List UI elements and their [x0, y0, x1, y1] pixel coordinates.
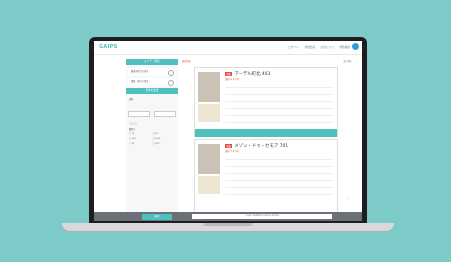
property-photo[interactable]: [198, 72, 220, 102]
nav-register[interactable]: 新規会員: [305, 46, 315, 49]
user-icon[interactable]: [352, 43, 359, 50]
result-count: 検索結果: [182, 60, 191, 63]
rent-label: 賃料: [129, 98, 134, 101]
alert-note[interactable]: この条件で新着物件のお知らせを受け取る: [192, 214, 332, 219]
search-sidebar: エリア・駅名 都道府県から探す 路線・駅から探す 条件を変更 賃料 □ □ □ …: [126, 59, 178, 221]
plus-icon: [168, 79, 174, 86]
property-title[interactable]: アーデル町北 403: [234, 72, 270, 77]
top-nav: ログイン 新規会員 お気に入り 閲覧履歴: [283, 45, 350, 49]
new-badge: 新着: [225, 143, 233, 148]
floorplan-image[interactable]: [198, 104, 220, 122]
nav-favorites[interactable]: お気に入り: [321, 46, 334, 49]
card-actions: [195, 129, 337, 144]
search-button[interactable]: 検索: [142, 213, 172, 220]
top-bar: GAIPS ログイン 新規会員 お気に入り 閲覧履歴: [94, 41, 362, 55]
bottom-search-bar: 検索 この条件で新着物件のお知らせを受け取る: [94, 212, 362, 221]
checkbox-option[interactable]: □ □ □: [130, 123, 174, 125]
rent-min-select[interactable]: [128, 111, 150, 117]
sidebar-head-conditions: 条件を変更: [126, 88, 178, 94]
property-photo[interactable]: [198, 144, 220, 174]
layout-options[interactable]: □ 1R □ 1K □ 1DK □ 1LDK □ 2K □ 2DK: [129, 133, 175, 147]
laptop-notch: [203, 223, 253, 226]
laptop-screen: GAIPS ログイン 新規会員 お気に入り 閲覧履歴 エリア・駅名 都道府県から…: [94, 41, 362, 221]
property-title[interactable]: メゾン・ドゥ・セモア 701: [234, 144, 288, 149]
property-card[interactable]: 新着 メゾン・ドゥ・セモア 701 賃料 7.4万円: [194, 139, 338, 221]
floorplan-image[interactable]: [198, 176, 220, 194]
property-details: [225, 153, 333, 195]
property-card[interactable]: 新着 アーデル町北 403 賃料 6.2万円: [194, 67, 338, 144]
nav-login[interactable]: ログイン: [288, 46, 298, 49]
chevron-up-icon[interactable]: ⌃: [346, 197, 350, 203]
results-toolbar: 検索結果 並び替え: [182, 59, 362, 65]
plus-icon: [168, 69, 174, 76]
app-logo[interactable]: GAIPS: [99, 44, 118, 50]
sort-select[interactable]: 並び替え: [343, 59, 352, 63]
results-main: 検索結果 並び替え 新着 アーデル町北 403 賃料 6.2万円 新着 メゾン・ドゥ…: [182, 59, 362, 221]
rent-max-select[interactable]: [154, 111, 176, 117]
nav-history[interactable]: 閲覧履歴: [340, 46, 350, 49]
sidebar-item-station[interactable]: 路線・駅から探す: [128, 78, 176, 86]
sidebar-item-prefecture[interactable]: 都道府県から探す: [128, 68, 176, 76]
layout-label: 間取り: [129, 128, 136, 131]
property-details: [225, 81, 333, 123]
new-badge: 新着: [225, 71, 233, 76]
sidebar-head: エリア・駅名: [126, 59, 178, 65]
